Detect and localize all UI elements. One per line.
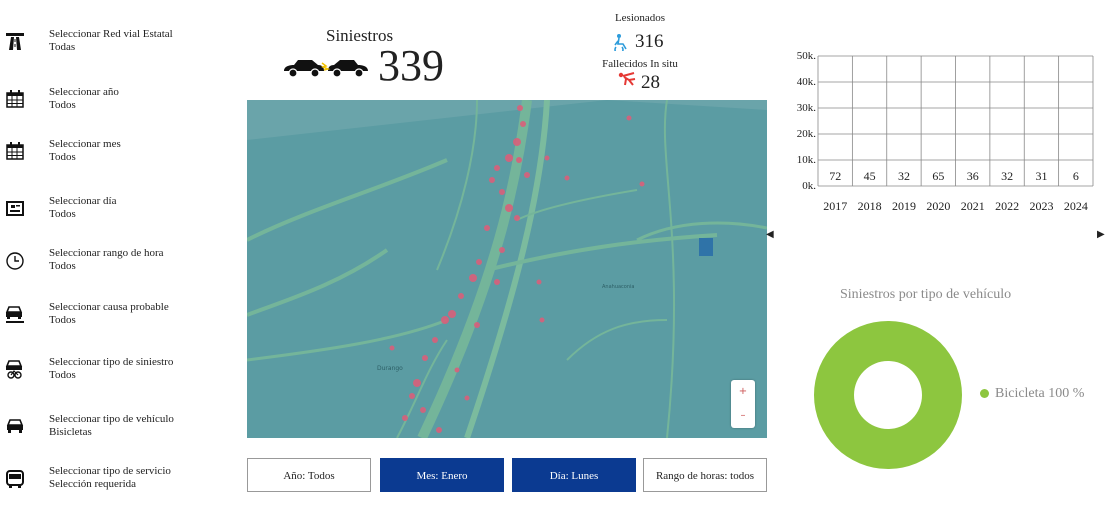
siniestros-value: 339 [378, 41, 444, 90]
svg-text:Durango: Durango [377, 365, 403, 372]
data-label: 6 [1073, 169, 1079, 183]
filter-service-type[interactable]: Seleccionar tipo de servicio Selección r… [6, 465, 236, 505]
x-tick-label: 2024 [1064, 199, 1088, 213]
data-label: 32 [1001, 169, 1013, 183]
filter-title: Seleccionar mes [49, 138, 121, 150]
filter-value: Selección requerida [49, 478, 137, 490]
lesionados-label: Lesionados [614, 12, 666, 24]
filter-month[interactable]: Seleccionar mes Todos [6, 138, 236, 178]
fallecidos-value: 28 [641, 72, 660, 93]
lesionados-value: 316 [635, 31, 664, 52]
filter-value: Todos [49, 208, 76, 220]
filter-value: Todos [49, 151, 76, 163]
fallecidos-label: Fallecidos In situ [602, 58, 678, 70]
car-crash-icon [282, 57, 370, 84]
y-tick-label: 40k. [797, 76, 817, 88]
zoom-out-button[interactable]: – [731, 404, 755, 428]
filter-title: Seleccionar rango de hora [49, 247, 164, 259]
filter-title: Seleccionar año [49, 86, 119, 98]
injured-person-icon [614, 33, 630, 56]
data-label: 72 [829, 169, 841, 183]
filter-day[interactable]: Seleccionar día Todos [6, 195, 236, 235]
y-tick-label: 50k. [797, 50, 817, 62]
filter-value: Todos [49, 260, 76, 272]
x-tick-label: 2020 [926, 199, 950, 213]
data-label: 32 [898, 169, 910, 183]
donut-chart-title: Siniestros por tipo de vehículo [840, 287, 1012, 302]
map-zoom-control: + – [731, 380, 755, 428]
zoom-in-button[interactable]: + [731, 380, 755, 404]
highway-icon [4, 30, 26, 52]
filter-value: Todos [49, 314, 76, 326]
clock-icon [4, 249, 26, 271]
x-tick-label: 2019 [892, 199, 916, 213]
data-label: 65 [932, 169, 944, 183]
filter-cause[interactable]: Seleccionar causa probable Todos [4, 301, 236, 341]
filter-value: Todos [49, 369, 76, 381]
x-tick-label: 2021 [961, 199, 985, 213]
y-tick-label: 0k. [802, 180, 816, 192]
x-tick-label: 2023 [1029, 199, 1053, 213]
donut-legend: Bicicleta 100 % [980, 386, 1084, 402]
month-filter-tag[interactable]: Mes: Enero [380, 458, 504, 492]
year-filter-tag[interactable]: Año: Todos [247, 458, 371, 492]
x-tick-label: 2022 [995, 199, 1019, 213]
day-card-icon [4, 197, 26, 219]
vehicle-icon [4, 415, 26, 437]
data-label: 45 [864, 169, 876, 183]
data-label: 36 [967, 169, 979, 183]
x-tick-label: 2018 [858, 199, 882, 213]
filter-value: Todas [49, 41, 76, 53]
filter-value: Bisicletas [49, 426, 92, 438]
hour-range-filter-tag[interactable]: Rango de horas: todos [643, 458, 767, 492]
filter-title: Seleccionar día [49, 195, 117, 207]
donut-slice-bicicleta [814, 321, 962, 469]
bus-icon [4, 467, 26, 489]
filter-crash-type[interactable]: Seleccionar tipo de siniestro Todos [4, 356, 236, 396]
car-bike-icon [4, 358, 26, 380]
yearly-incidents-chart: 0k. 10k. 20k. 30k. 40k. 50k. 72 2017 45 2018 32 201… [797, 50, 1094, 213]
chart-next-arrow[interactable]: ▶ [1097, 229, 1105, 240]
filter-title: Seleccionar causa probable [49, 301, 169, 313]
filter-sidebar: Seleccionar Red vial Estatal Todas Selec… [0, 0, 240, 492]
filter-red-vial[interactable]: Seleccionar Red vial Estatal Todas [6, 28, 236, 68]
chart-prev-arrow[interactable]: ◀ [766, 229, 774, 240]
calendar-icon [4, 140, 26, 162]
legend-label: Bicicleta 100 % [995, 386, 1085, 401]
day-filter-tag[interactable]: Día: Lunes [512, 458, 636, 492]
calendar-icon [4, 88, 26, 110]
filter-title: Seleccionar tipo de siniestro [49, 356, 174, 368]
incident-map[interactable]: Durango Anahuaconia + – [247, 100, 767, 438]
vehicle-type-donut [814, 321, 962, 469]
filter-vehicle-type[interactable]: Seleccionar tipo de vehículo Bisicletas [6, 413, 236, 453]
filter-hour-range[interactable]: Seleccionar rango de hora Todos [6, 247, 236, 287]
y-tick-label: 30k. [797, 102, 817, 114]
car-crash-icon [4, 303, 26, 325]
filter-title: Seleccionar Red vial Estatal [49, 28, 173, 40]
filter-title: Seleccionar tipo de vehículo [49, 413, 174, 425]
filter-title: Seleccionar tipo de servicio [49, 465, 171, 477]
fatality-icon [617, 71, 637, 92]
legend-dot-icon [980, 389, 989, 399]
y-tick-label: 20k. [797, 128, 817, 140]
svg-text:Anahuaconia: Anahuaconia [602, 284, 635, 290]
filter-value: Todos [49, 99, 76, 111]
filter-year[interactable]: Seleccionar año Todos [6, 86, 236, 126]
y-tick-label: 10k. [797, 154, 817, 166]
data-label: 31 [1035, 169, 1047, 183]
x-tick-label: 2017 [823, 199, 847, 213]
